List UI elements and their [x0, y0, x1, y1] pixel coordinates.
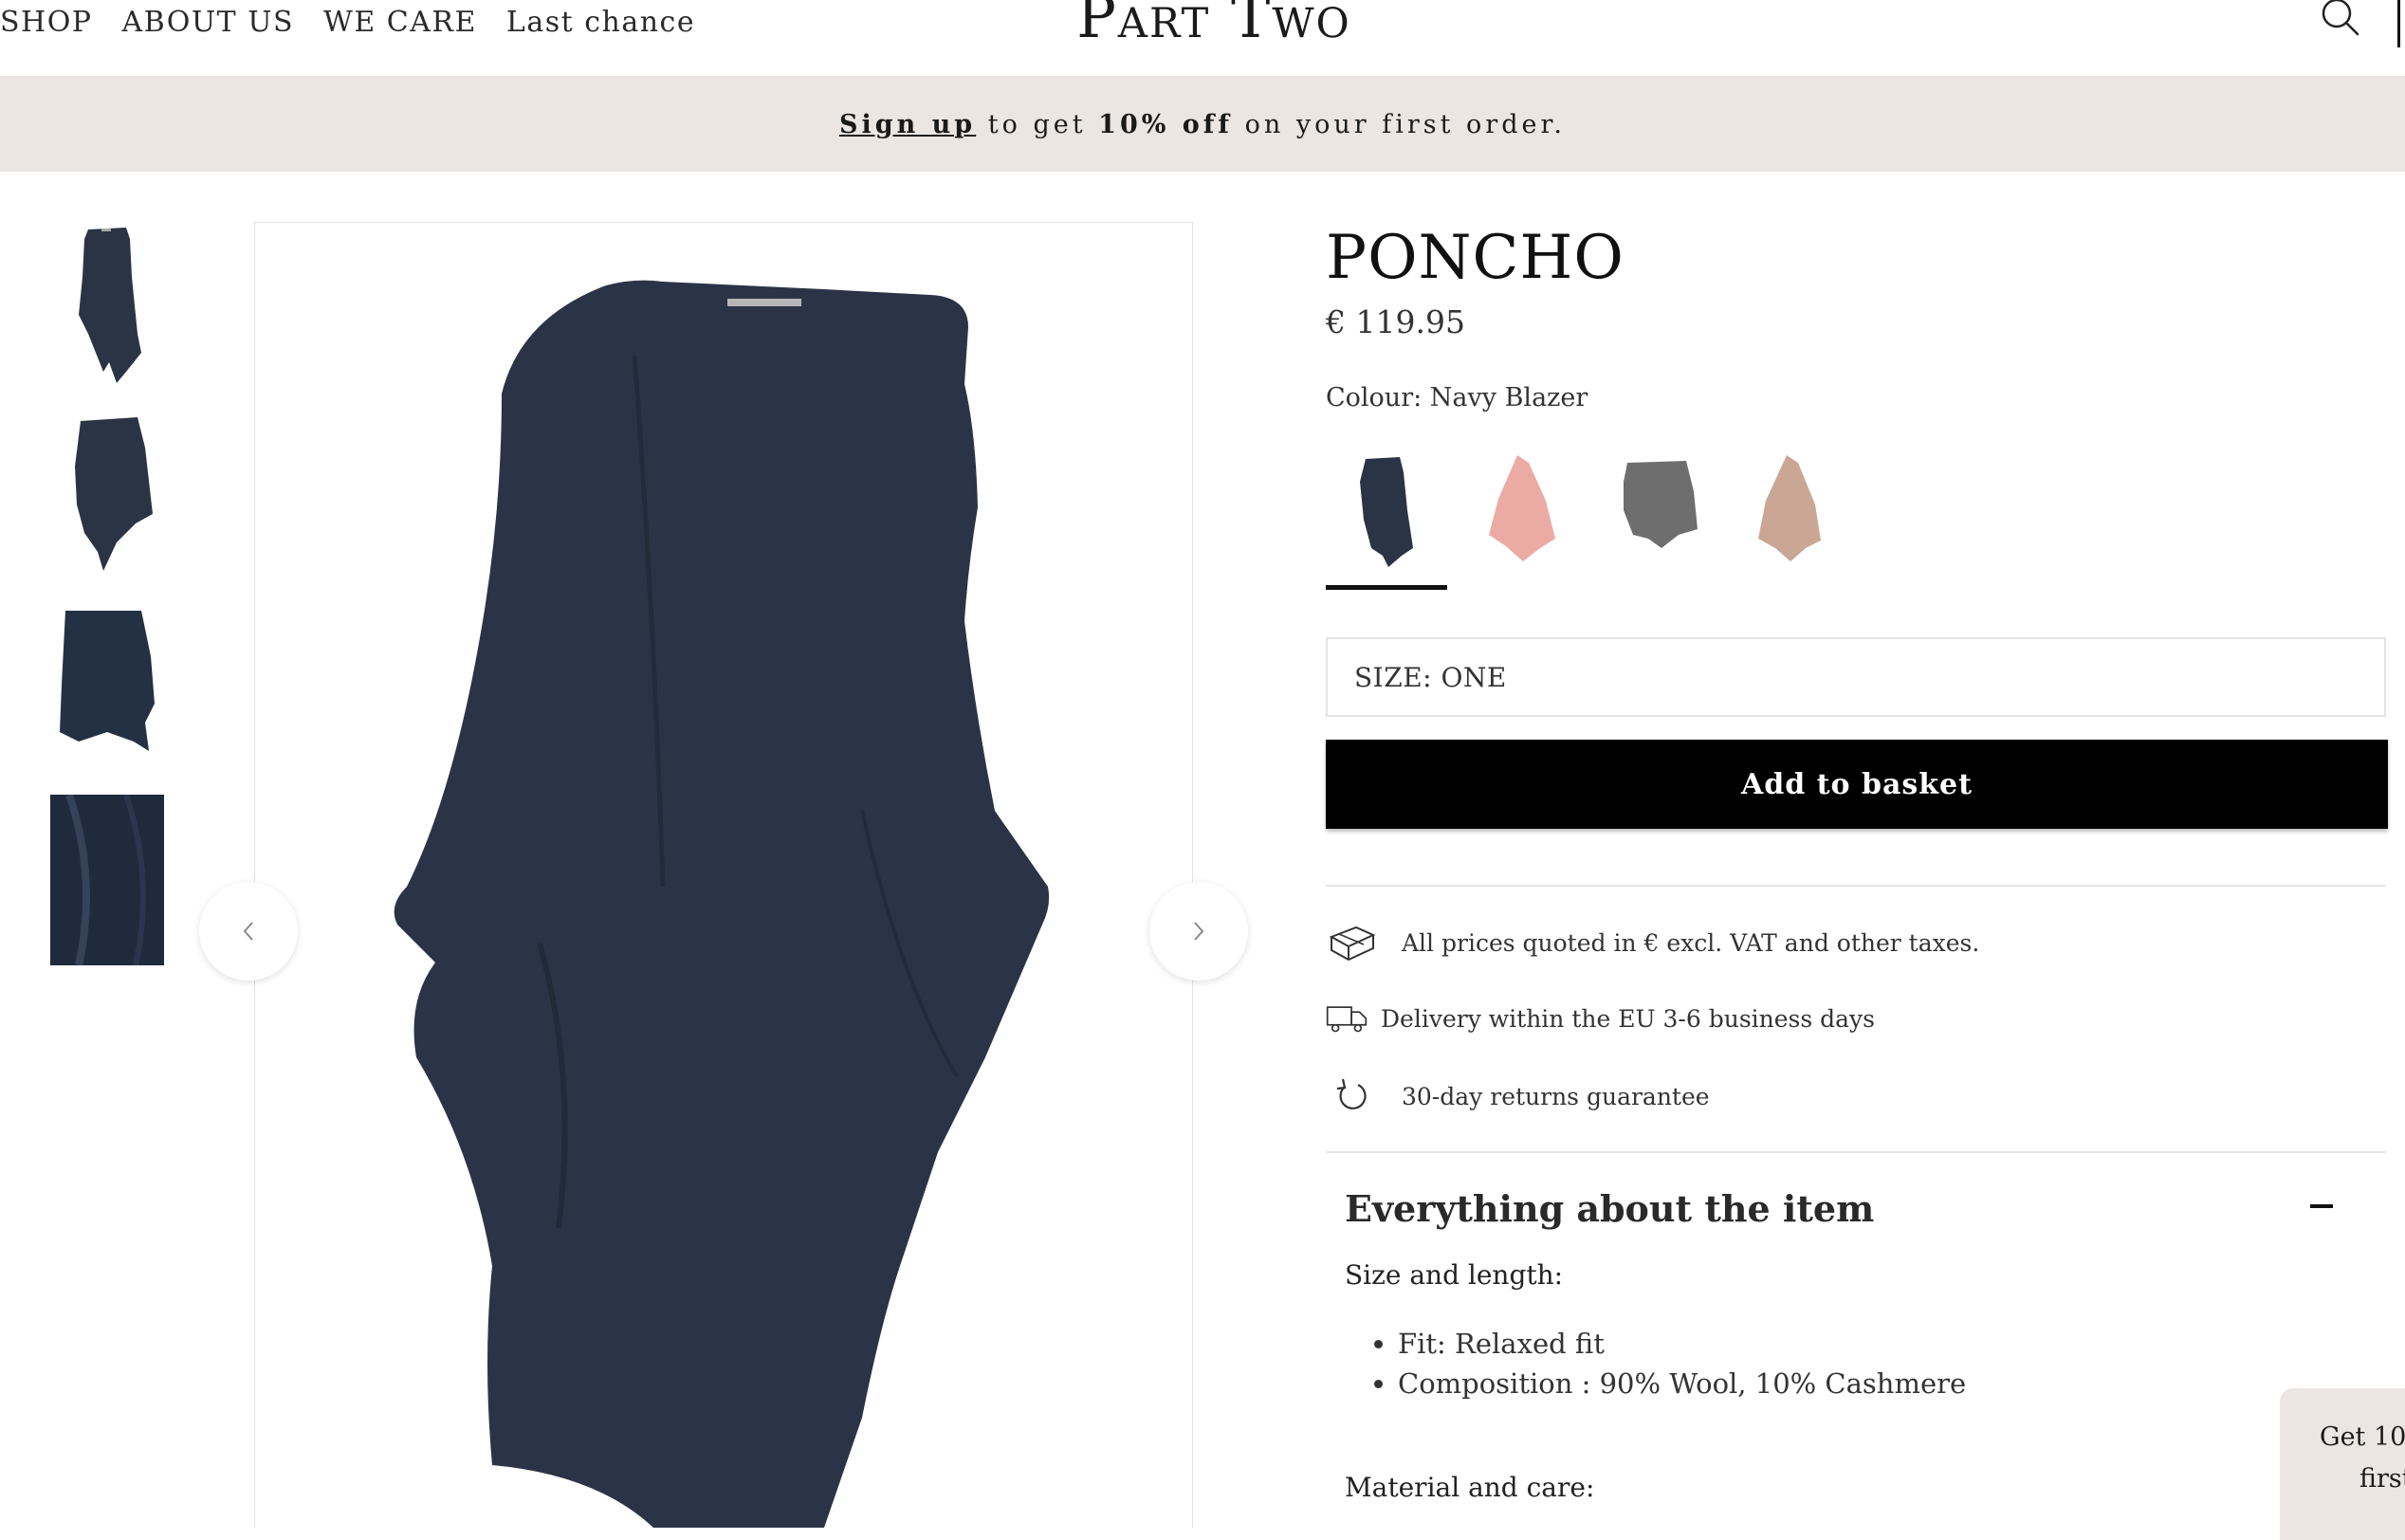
nav-shop[interactable]: SHOP — [0, 6, 93, 39]
add-to-basket-button[interactable]: Add to basket — [1326, 740, 2388, 829]
feature-returns: 30-day returns guarantee — [1328, 1075, 1710, 1117]
nav-last-chance[interactable]: Last chance — [506, 6, 695, 39]
details-accordion-title[interactable]: Everything about the item — [1345, 1187, 1874, 1230]
divider-bottom — [1326, 1151, 2386, 1153]
truck-icon — [1326, 998, 1368, 1039]
swatch-beige[interactable] — [1728, 444, 1847, 577]
product-title: PONCHO — [1326, 223, 1625, 293]
signup-link[interactable]: Sign up — [839, 110, 976, 139]
feature-delivery-text: Delivery within the EU 3-6 business days — [1381, 1004, 1876, 1033]
thumbnail-fabric[interactable] — [50, 795, 164, 965]
material-and-care-heading: Material and care: — [1345, 1472, 1595, 1503]
next-image-button[interactable] — [1149, 882, 1248, 981]
bullet-fit: Fit: Relaxed fit — [1398, 1324, 1966, 1364]
size-selector-label: SIZE: ONE — [1354, 661, 1507, 693]
feature-prices-text: All prices quoted in € excl. VAT and oth… — [1402, 928, 1980, 957]
divider-top — [1326, 885, 2386, 887]
popup-line-1: Get 10 % — [2320, 1422, 2405, 1452]
size-and-length-heading: Size and length: — [1345, 1259, 1564, 1291]
size-selector[interactable]: SIZE: ONE — [1326, 637, 2386, 717]
site-header: SHOP ABOUT US WE CARE Last chance Part T… — [0, 0, 2405, 77]
nav-about-us[interactable]: ABOUT US — [122, 6, 295, 39]
minus-icon[interactable] — [2310, 1204, 2333, 1208]
promo-text: Sign up to get 10% off on your first ord… — [839, 110, 1566, 139]
thumbnail-back[interactable] — [50, 599, 164, 770]
promo-text-part-2: on your first order. — [1233, 109, 1566, 139]
feature-delivery: Delivery within the EU 3-6 business days — [1326, 998, 1875, 1039]
search-icon[interactable] — [2319, 0, 2360, 38]
swatch-pink[interactable] — [1460, 444, 1580, 577]
brand-logo[interactable]: Part Two — [1015, 0, 1413, 47]
return-icon — [1328, 1075, 1377, 1117]
nav-we-care[interactable]: WE CARE — [323, 6, 477, 39]
swatch-grey[interactable] — [1595, 444, 1715, 577]
header-scroll-edge — [2397, 0, 2400, 47]
feature-returns-text: 30-day returns guarantee — [1402, 1082, 1710, 1110]
feature-prices: All prices quoted in € excl. VAT and oth… — [1328, 922, 1979, 963]
chevron-right-icon — [1194, 922, 1204, 941]
selected-swatch-indicator — [1326, 585, 1447, 590]
swatch-navy[interactable] — [1326, 444, 1445, 577]
promo-discount: 10% off — [1098, 109, 1234, 139]
thumbnail-side[interactable] — [50, 410, 164, 580]
bullet-composition: Composition : 90% Wool, 10% Cashmere — [1398, 1364, 1966, 1403]
promo-banner: Sign up to get 10% off on your first ord… — [0, 77, 2405, 172]
prev-image-button[interactable] — [199, 882, 298, 981]
chevron-left-icon — [243, 922, 253, 941]
main-product-image — [254, 222, 1193, 1528]
discount-popup-tab[interactable]: Get 10 % first — [2280, 1388, 2405, 1540]
popup-line-2: first — [2359, 1464, 2405, 1494]
promo-text-part-1: to get — [976, 109, 1099, 139]
details-bullet-list: Fit: Relaxed fit Composition : 90% Wool,… — [1375, 1324, 1966, 1403]
box-icon — [1328, 922, 1377, 963]
colour-label: Colour: Navy Blazer — [1326, 383, 1588, 412]
thumbnail-front[interactable] — [50, 220, 164, 391]
product-price: € 119.95 — [1326, 303, 1465, 340]
main-nav: SHOP ABOUT US WE CARE Last chance — [0, 0, 725, 44]
